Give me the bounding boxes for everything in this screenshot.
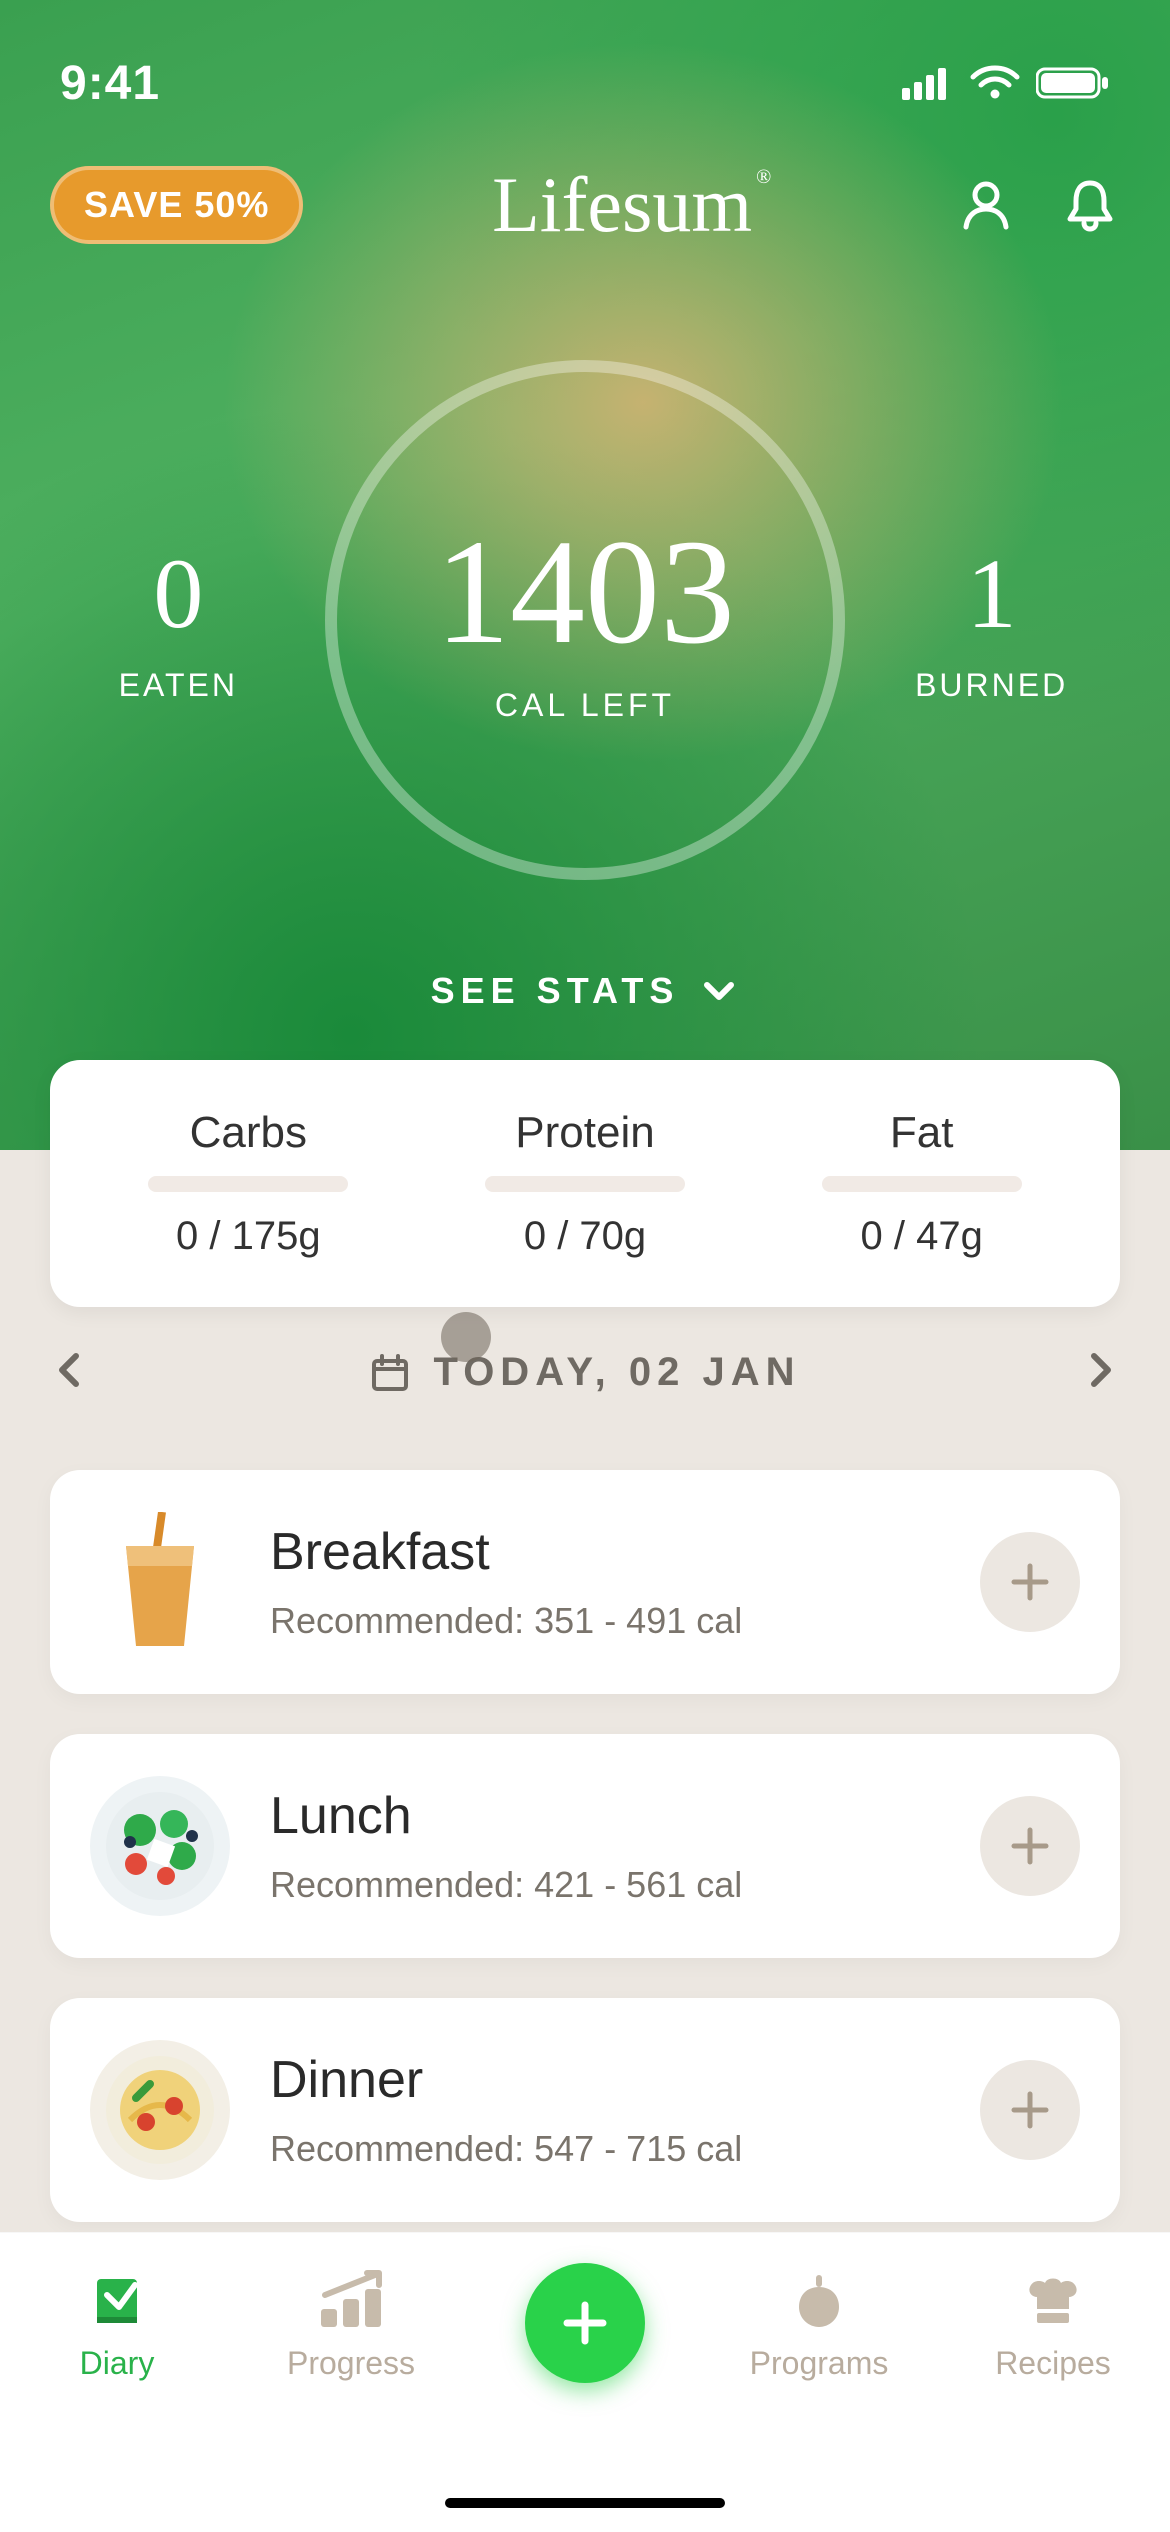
tab-label: Recipes [995,2345,1111,2382]
chevron-down-icon [699,971,739,1011]
calorie-summary: 0 EATEN 1403 CAL LEFT 1 BURNED [0,360,1170,880]
burned-stat: 1 BURNED [862,536,1122,704]
date-navigator: TODAY, 02 JAN [50,1350,1120,1395]
status-bar: 9:41 [0,0,1170,120]
plus-icon [1008,1824,1052,1868]
chef-hat-icon [1021,2269,1085,2333]
meal-title: Dinner [270,2050,940,2110]
meals-list: Breakfast Recommended: 351 - 491 cal Lun… [50,1470,1120,2222]
apple-icon [787,2269,851,2333]
tab-programs[interactable]: Programs [702,2269,936,2382]
tab-label: Diary [80,2345,155,2382]
meal-title: Lunch [270,1786,940,1846]
battery-icon [1036,66,1110,100]
calories-ring[interactable]: 1403 CAL LEFT [325,360,845,880]
macro-carbs: Carbs 0 / 175g [80,1108,417,1259]
macro-progress-bar [822,1176,1022,1192]
profile-button[interactable] [956,175,1016,235]
add-breakfast-button[interactable] [980,1532,1080,1632]
macro-name: Protein [417,1108,754,1158]
macro-protein: Protein 0 / 70g [417,1108,754,1259]
burned-label: BURNED [862,667,1122,704]
date-display[interactable]: TODAY, 02 JAN [369,1350,800,1395]
bell-icon [1062,177,1118,233]
diary-icon [85,2269,149,2333]
macros-card[interactable]: Carbs 0 / 175g Protein 0 / 70g Fat 0 / 4… [50,1060,1120,1307]
prev-day-button[interactable] [50,1350,90,1395]
salad-bowl-icon [100,1786,220,1906]
top-actions [956,175,1120,235]
drink-cup-icon [100,1512,220,1652]
tab-bar: Diary Progress Programs Recipes [0,2232,1170,2532]
plus-icon [1008,1560,1052,1604]
date-label: TODAY, 02 JAN [433,1350,800,1395]
promo-pill[interactable]: SAVE 50% [50,166,303,244]
meal-image [90,1776,230,1916]
macro-value: 0 / 70g [417,1214,754,1259]
macro-value: 0 / 47g [753,1214,1090,1259]
meal-subtitle: Recommended: 351 - 491 cal [270,1600,940,1642]
notifications-button[interactable] [1060,175,1120,235]
meal-card-breakfast[interactable]: Breakfast Recommended: 351 - 491 cal [50,1470,1120,1694]
progress-ring [325,360,845,880]
burned-value: 1 [862,536,1122,651]
home-indicator[interactable] [445,2498,725,2508]
add-dinner-button[interactable] [980,2060,1080,2160]
tab-recipes[interactable]: Recipes [936,2269,1170,2382]
calendar-icon [369,1352,411,1394]
eaten-label: EATEN [48,667,308,704]
macro-progress-bar [148,1176,348,1192]
status-icons [902,65,1110,101]
meal-subtitle: Recommended: 547 - 715 cal [270,2128,940,2170]
hero-section: 9:41 SAVE 50% Lifesum® 0 EATEN [0,0,1170,1150]
tab-diary[interactable]: Diary [0,2269,234,2382]
macro-name: Carbs [80,1108,417,1158]
profile-icon [958,177,1014,233]
eaten-value: 0 [48,536,308,651]
macro-fat: Fat 0 / 47g [753,1108,1090,1259]
meal-title: Breakfast [270,1522,940,1582]
see-stats-button[interactable]: SEE STATS [0,970,1170,1012]
top-bar: SAVE 50% Lifesum® [0,120,1170,250]
add-button[interactable] [525,2263,645,2383]
macro-progress-bar [485,1176,685,1192]
cellular-icon [902,66,954,100]
meal-image [90,2040,230,2180]
plus-icon [1008,2088,1052,2132]
macro-name: Fat [753,1108,1090,1158]
brand-logo: Lifesum® [492,160,767,250]
next-day-button[interactable] [1080,1350,1120,1395]
meal-card-lunch[interactable]: Lunch Recommended: 421 - 561 cal [50,1734,1120,1958]
progress-icon [315,2269,387,2333]
meal-card-dinner[interactable]: Dinner Recommended: 547 - 715 cal [50,1998,1120,2222]
tab-label: Progress [287,2345,415,2382]
pasta-plate-icon [100,2050,220,2170]
tab-label: Programs [750,2345,889,2382]
eaten-stat: 0 EATEN [48,536,308,704]
add-lunch-button[interactable] [980,1796,1080,1896]
macro-value: 0 / 175g [80,1214,417,1259]
plus-icon [557,2295,613,2351]
tab-progress[interactable]: Progress [234,2269,468,2382]
chevron-left-icon [50,1350,90,1390]
chevron-right-icon [1080,1350,1120,1390]
see-stats-label: SEE STATS [431,970,680,1012]
meal-subtitle: Recommended: 421 - 561 cal [270,1864,940,1906]
status-time: 9:41 [60,56,160,111]
brand-text: Lifesum [492,161,752,248]
tab-add[interactable] [468,2269,702,2383]
meal-image [90,1512,230,1652]
wifi-icon [970,65,1020,101]
